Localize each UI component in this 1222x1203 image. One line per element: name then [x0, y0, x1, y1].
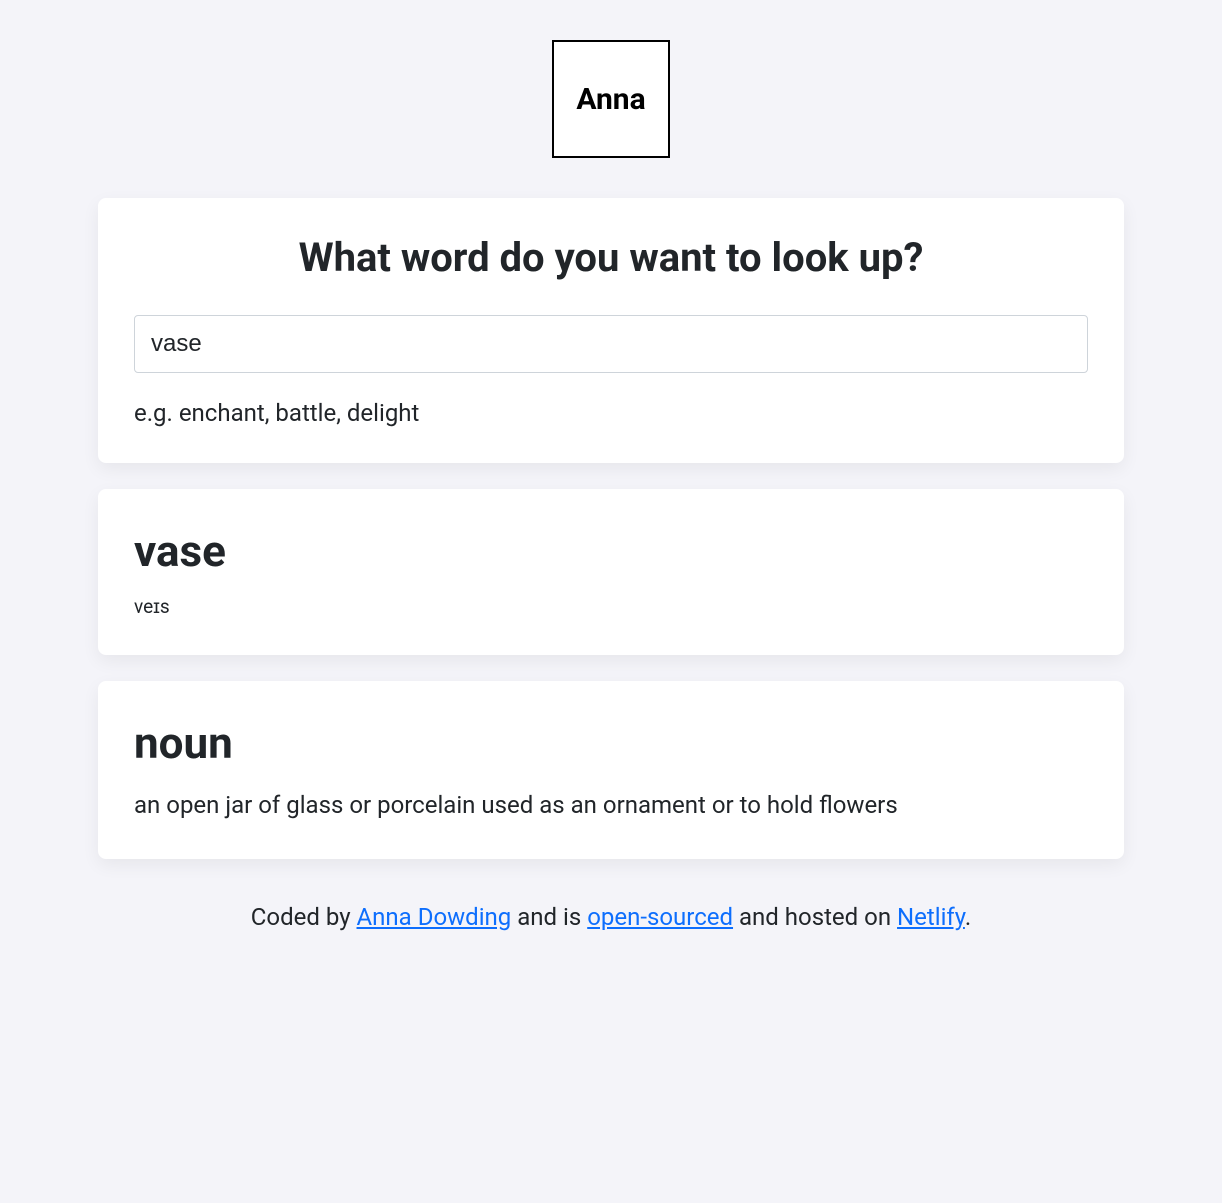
author-link[interactable]: Anna Dowding [357, 903, 512, 931]
open-source-link[interactable]: open-sourced [587, 903, 733, 931]
definition-text: an open jar of glass or porcelain used a… [134, 789, 1088, 823]
search-input[interactable] [134, 315, 1088, 373]
footer-mid1: and is [511, 903, 587, 931]
footer-mid2: and hosted on [733, 903, 897, 931]
meaning-card: noun an open jar of glass or porcelain u… [98, 681, 1124, 859]
word-phonetic: veɪs [134, 595, 1088, 619]
search-hint: e.g. enchant, battle, delight [134, 399, 1088, 427]
part-of-speech: noun [134, 717, 1088, 769]
host-link[interactable]: Netlify [897, 903, 965, 931]
word-card: vase veɪs [98, 489, 1124, 655]
footer: Coded by Anna Dowding and is open-source… [98, 903, 1124, 931]
logo-text: Anna [576, 82, 645, 117]
word-title: vase [134, 525, 1088, 577]
search-card: What word do you want to look up? e.g. e… [98, 198, 1124, 463]
footer-prefix: Coded by [251, 903, 357, 931]
footer-suffix: . [965, 903, 971, 931]
logo-box: Anna [552, 40, 670, 158]
search-heading: What word do you want to look up? [134, 234, 1088, 281]
